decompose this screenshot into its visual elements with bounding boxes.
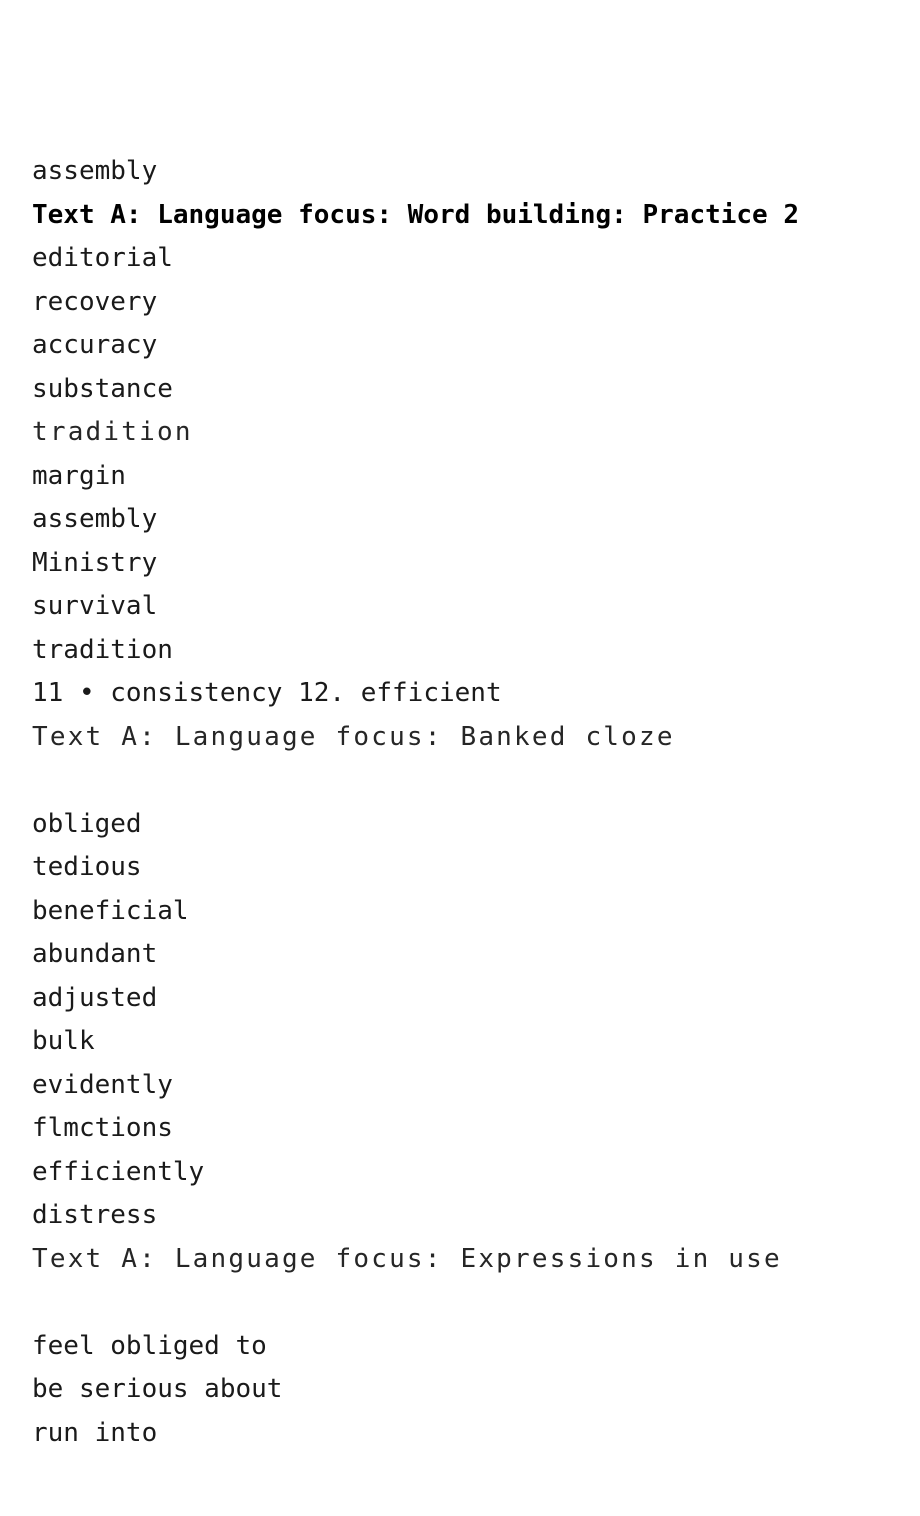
text-line-list: assembly Text A: Language focus: Word bui… xyxy=(32,150,920,1455)
text-line: distress xyxy=(32,1200,158,1230)
text-line: editorial xyxy=(32,243,173,273)
text-line: flmctions xyxy=(32,1113,173,1143)
text-line: recovery xyxy=(32,286,158,317)
text-line: tradition xyxy=(32,634,173,665)
text-line: evidently xyxy=(32,1069,173,1100)
text-line: beneficial xyxy=(32,895,189,926)
text-line: abundant xyxy=(32,939,158,969)
text-line: Text A: Language focus: Banked cloze xyxy=(32,721,675,752)
text-line: survival xyxy=(32,591,158,621)
text-line: Ministry xyxy=(32,547,158,578)
text-line: assembly xyxy=(32,156,158,186)
text-line: 11 • consistency 12. efficient xyxy=(32,678,502,708)
text-line: Text A: Language focus: Word building: P… xyxy=(32,199,800,230)
text-line: bulk xyxy=(32,1026,95,1056)
text-line: adjusted xyxy=(32,982,158,1013)
text-line: efficiently xyxy=(32,1156,205,1187)
text-line: run into xyxy=(32,1417,158,1448)
document-page: assembly Text A: Language focus: Word bui… xyxy=(0,0,920,1516)
text-line: assembly xyxy=(32,504,158,534)
text-line: feel obliged to xyxy=(32,1330,267,1361)
text-line: accuracy xyxy=(32,330,158,360)
text-line: substance xyxy=(32,373,173,404)
text-line: tradition xyxy=(32,417,193,447)
text-line: margin xyxy=(32,460,126,491)
text-line: Text A: Language focus: Expressions in u… xyxy=(32,1243,782,1274)
text-line: be serious about xyxy=(32,1374,283,1404)
text-line: tedious xyxy=(32,852,142,882)
text-line: obliged xyxy=(32,808,142,839)
